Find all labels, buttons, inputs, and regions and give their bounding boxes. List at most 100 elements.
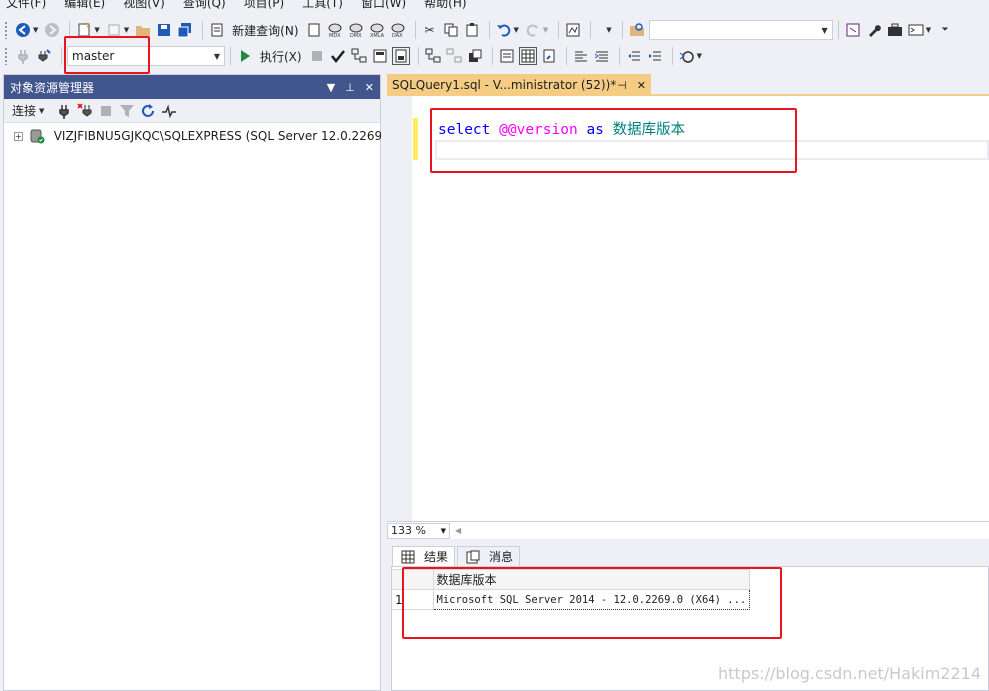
database-query-icon[interactable] — [305, 21, 323, 39]
comment-out-icon[interactable] — [572, 47, 590, 65]
activity-monitor-icon[interactable] — [564, 21, 582, 39]
search-combo[interactable]: ▼ — [648, 20, 833, 40]
menu-bar: 文件(F) 编辑(E) 视图(V) 查询(Q) 项目(P) 工具(T) 窗口(W… — [0, 0, 989, 11]
menu-tools[interactable]: 工具(T) — [302, 0, 343, 11]
client-stats-icon[interactable] — [466, 47, 484, 65]
menu-help[interactable]: 帮助(H) — [424, 0, 466, 11]
highlight-query — [430, 108, 797, 173]
query-options-icon[interactable] — [371, 47, 389, 65]
results-to-file-icon[interactable] — [540, 47, 558, 65]
chevron-down-icon[interactable]: ▼ — [94, 26, 99, 34]
zoom-select[interactable]: 133 % ▼ — [387, 522, 450, 539]
expand-icon[interactable]: + — [14, 131, 23, 141]
tab-title: SQLQuery1.sql - V...ministrator (52))* — [392, 78, 617, 92]
menu-file[interactable]: 文件(F) — [6, 0, 46, 11]
specify-template-values-icon[interactable] — [678, 47, 696, 65]
scroll-left-icon[interactable]: ◀ — [455, 526, 461, 535]
server-tree-node[interactable]: + VIZJFIBNU5GJKQC\SQLEXPRESS (SQL Server… — [4, 123, 390, 145]
decrease-indent-icon[interactable] — [625, 47, 643, 65]
close-icon[interactable]: ✕ — [637, 79, 646, 92]
close-icon[interactable]: ✕ — [365, 81, 374, 94]
editor-status-bar: 133 % ▼ ◀ — [387, 521, 989, 539]
dmx-query-icon[interactable]: DMX — [347, 21, 365, 39]
new-query-button[interactable]: 新建查询(N) — [208, 21, 299, 39]
actual-plan-icon[interactable] — [424, 47, 442, 65]
solution-explorer-icon[interactable] — [844, 21, 862, 39]
paste-icon[interactable] — [463, 21, 481, 39]
chevron-down-icon[interactable]: ▼ — [514, 26, 519, 34]
undo-icon[interactable] — [495, 21, 513, 39]
menu-window[interactable]: 窗口(W) — [361, 0, 406, 11]
connect-button[interactable]: 连接 ▼ — [12, 102, 49, 119]
execute-button[interactable]: 执行(X) — [236, 47, 302, 65]
svg-text:XMLA: XMLA — [370, 33, 385, 38]
toolbar-grip[interactable] — [4, 21, 8, 39]
estimated-plan-icon[interactable] — [350, 47, 368, 65]
chevron-down-icon[interactable]: ▼ — [543, 26, 548, 34]
toolbar-separator — [61, 47, 62, 65]
chevron-down-icon[interactable]: ▼ — [926, 26, 931, 34]
highlight-database-select — [64, 36, 150, 74]
live-stats-icon[interactable] — [445, 47, 463, 65]
find-in-files-icon[interactable] — [628, 21, 646, 39]
parse-checkmark-icon[interactable] — [329, 47, 347, 65]
xmla-query-icon[interactable]: XMLA — [368, 21, 386, 39]
mdx-query-icon[interactable]: MDX — [326, 21, 344, 39]
toolbox-icon[interactable] — [886, 21, 904, 39]
copy-icon[interactable] — [442, 21, 460, 39]
refresh-icon[interactable] — [139, 102, 157, 120]
toolbar-separator — [618, 47, 620, 65]
filter-icon[interactable] — [118, 102, 136, 120]
save-icon[interactable] — [155, 21, 173, 39]
forward-icon[interactable] — [43, 21, 61, 39]
save-all-icon[interactable] — [176, 21, 194, 39]
command-window-icon[interactable] — [907, 21, 925, 39]
toolbar-options-icon[interactable]: ⏷ — [936, 21, 954, 39]
play-icon — [236, 47, 254, 65]
menu-view[interactable]: 视图(V) — [123, 0, 165, 11]
chevron-down-icon[interactable]: ▼ — [124, 26, 129, 34]
tab-messages[interactable]: 消息 — [457, 546, 521, 566]
redo-icon[interactable] — [524, 21, 542, 39]
document-tab-bar: SQLQuery1.sql - V...ministrator (52))* ⊣… — [387, 74, 989, 96]
pin-icon[interactable]: ⊥ — [345, 81, 355, 94]
intellisense-icon[interactable] — [391, 47, 410, 65]
menu-project[interactable]: 项目(P) — [244, 0, 285, 11]
activity-monitor-icon[interactable] — [160, 102, 178, 120]
wrench-icon[interactable] — [865, 21, 883, 39]
server-icon — [29, 127, 45, 145]
chevron-down-icon[interactable]: ▼ — [33, 26, 38, 34]
pin-icon[interactable]: ⊣ — [617, 79, 627, 92]
menu-query[interactable]: 查询(Q) — [183, 0, 226, 11]
connect-plug-icon[interactable] — [55, 102, 73, 120]
connect-icon[interactable] — [14, 47, 32, 65]
increase-indent-icon[interactable] — [646, 47, 664, 65]
toolbar-separator — [414, 21, 416, 39]
object-explorer-panel: 对象资源管理器 ▼ ⊥ ✕ 连接 ▼ + VIZJFIBNU5GJKQC\SQL… — [3, 74, 390, 691]
object-explorer-title: 对象资源管理器 — [10, 80, 95, 95]
change-connection-icon[interactable] — [35, 47, 53, 65]
tab-sqlquery1[interactable]: SQLQuery1.sql - V...ministrator (52))* ⊣… — [387, 74, 651, 96]
menu-edit[interactable]: 编辑(E) — [64, 0, 105, 11]
stop-icon[interactable] — [97, 102, 115, 120]
results-to-grid-icon[interactable] — [518, 47, 537, 65]
chevron-down-icon[interactable]: ▼ — [606, 26, 611, 34]
tab-results[interactable]: 结果 — [392, 546, 456, 566]
disconnect-icon[interactable] — [76, 102, 94, 120]
cut-icon[interactable]: ✂ — [421, 21, 439, 39]
uncomment-icon[interactable] — [593, 47, 611, 65]
new-query-label: 新建查询(N) — [232, 23, 299, 38]
zoom-value: 133 % — [391, 524, 426, 537]
results-tabs: 结果 消息 — [387, 540, 989, 566]
toolbar-separator — [671, 47, 673, 65]
back-icon[interactable] — [14, 21, 32, 39]
toolbar-separator — [230, 47, 231, 65]
results-to-text-icon[interactable] — [498, 47, 516, 65]
stop-icon[interactable] — [308, 47, 326, 65]
panel-options-icon[interactable]: ▼ — [327, 81, 335, 94]
dax-query-icon[interactable]: DAX — [389, 21, 407, 39]
chevron-down-icon[interactable]: ▼ — [697, 52, 702, 60]
toolbar-grip[interactable] — [4, 47, 8, 65]
toolbar-separator — [202, 21, 204, 39]
chevron-down-icon: ▼ — [39, 106, 45, 115]
